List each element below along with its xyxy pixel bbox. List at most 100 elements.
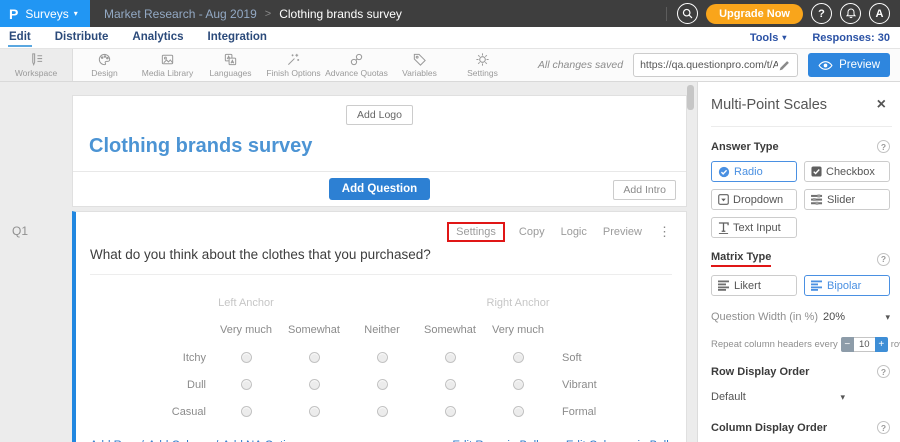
toolbar-item-languages[interactable]: Languages [199, 49, 262, 81]
surveys-menu[interactable]: P Surveys ▾ [0, 0, 90, 27]
toolbar-item-label: Design [91, 68, 117, 78]
toolbar-item-label: Workspace [15, 68, 57, 78]
matrix-radio[interactable] [241, 406, 252, 417]
add-logo-button[interactable]: Add Logo [346, 105, 413, 125]
toolbar-item-advance-quotas[interactable]: Advance Quotas [325, 49, 388, 81]
matrix-radio[interactable] [309, 406, 320, 417]
answer-type-option-label: Radio [734, 166, 763, 178]
canvas-scrollbar[interactable] [687, 85, 694, 110]
tab-analytics[interactable]: Analytics [131, 29, 184, 47]
matrix-radio[interactable] [377, 406, 388, 417]
column-display-order-label: Column Display Order [711, 422, 827, 434]
matrix-type-bipolar[interactable]: Bipolar [804, 275, 890, 296]
image-icon [160, 52, 175, 67]
question-logic-link[interactable]: Logic [561, 226, 587, 238]
help-icon[interactable]: ? [877, 140, 890, 153]
slider-icon [811, 194, 823, 205]
stepper-plus-button[interactable]: + [875, 337, 888, 352]
save-status: All changes saved [538, 59, 623, 71]
question-width-value[interactable]: 20% [823, 311, 845, 323]
toolbar-item-finish-options[interactable]: Finish Options [262, 49, 325, 81]
matrix-radio[interactable] [445, 406, 456, 417]
answer-type-slider[interactable]: Slider [804, 189, 890, 210]
matrix-radio[interactable] [377, 352, 388, 363]
toolbar-item-variables[interactable]: Variables [388, 49, 451, 81]
scale-header: Very much [484, 324, 552, 336]
row-left-label: Dull [90, 379, 212, 391]
matrix-radio[interactable] [241, 352, 252, 363]
eye-icon [818, 60, 833, 71]
matrix-type-options: Likert Bipolar [711, 275, 890, 296]
matrix-radio[interactable] [377, 379, 388, 390]
matrix-radio[interactable] [513, 406, 524, 417]
matrix-radio[interactable] [309, 352, 320, 363]
help-icon[interactable]: ? [877, 365, 890, 378]
breadcrumb-folder-link[interactable]: Market Research - Aug 2019 [104, 7, 257, 21]
help-icon[interactable]: ? [877, 421, 890, 434]
matrix-radio[interactable] [241, 379, 252, 390]
answer-type-dropdown[interactable]: Dropdown [711, 189, 797, 210]
tools-menu[interactable]: Tools ▾ [750, 32, 787, 44]
answer-type-text-input[interactable]: Text Input [711, 217, 797, 238]
answer-type-radio[interactable]: Radio [711, 161, 797, 182]
scale-header: Neither [348, 324, 416, 336]
tab-integration[interactable]: Integration [207, 29, 268, 47]
question-more-menu-icon[interactable]: ⋮ [658, 224, 672, 240]
left-anchor-label: Left Anchor [218, 297, 274, 309]
search-button[interactable] [677, 3, 698, 24]
toolbar-item-label: Advance Quotas [325, 68, 388, 78]
toolbar-item-workspace[interactable]: Workspace [0, 49, 73, 81]
answer-type-label: Answer Type [711, 141, 779, 153]
matrix-type-option-label: Likert [734, 280, 761, 292]
stepper-value-input[interactable] [854, 337, 875, 352]
help-button[interactable]: ? [811, 3, 832, 24]
question-text[interactable]: What do you think about the clothes that… [90, 247, 672, 275]
toolbar-item-design[interactable]: Design [73, 49, 136, 81]
matrix-row: Casual Formal [90, 398, 672, 425]
repeat-headers-suffix: rows. [891, 339, 900, 350]
repeat-headers-stepper: − + [841, 337, 888, 352]
chevron-down-icon: ▾ [74, 10, 78, 18]
question-settings-link[interactable]: Settings [447, 222, 505, 242]
tab-distribute[interactable]: Distribute [54, 29, 110, 47]
matrix-radio[interactable] [309, 379, 320, 390]
scale-header: Somewhat [416, 324, 484, 336]
matrix-radio[interactable] [513, 352, 524, 363]
survey-title[interactable]: Clothing brands survey [73, 125, 686, 171]
chevron-down-icon: ▾ [782, 34, 786, 42]
settings-sidebar: Multi-Point Scales × Answer Type ? Radio… [697, 82, 900, 442]
matrix-radio[interactable] [513, 379, 524, 390]
right-anchor-label: Right Anchor [487, 297, 550, 309]
stepper-minus-button[interactable]: − [841, 337, 854, 352]
edit-pencil-icon[interactable] [778, 59, 791, 72]
question-preview-link[interactable]: Preview [603, 226, 642, 238]
help-icon[interactable]: ? [877, 253, 890, 266]
avatar[interactable]: A [869, 3, 890, 24]
survey-url-input[interactable] [640, 59, 778, 71]
toolbar-item-label: Languages [209, 68, 251, 78]
matrix-radio[interactable] [445, 379, 456, 390]
notifications-button[interactable] [840, 3, 861, 24]
question-copy-link[interactable]: Copy [519, 226, 545, 238]
bell-icon [845, 7, 857, 20]
matrix-radio[interactable] [445, 352, 456, 363]
row-display-order-select[interactable]: Default ▾ [711, 391, 845, 403]
row-left-label: Itchy [90, 352, 212, 364]
answer-type-checkbox[interactable]: Checkbox [804, 161, 890, 182]
add-intro-button[interactable]: Add Intro [613, 180, 676, 200]
row-display-order-value: Default [711, 391, 746, 403]
chevron-down-icon[interactable]: ▾ [885, 312, 890, 323]
toolbar-item-settings[interactable]: Settings [451, 49, 514, 81]
question-number: Q1 [12, 224, 28, 238]
add-question-button[interactable]: Add Question [329, 178, 430, 200]
upgrade-now-button[interactable]: Upgrade Now [706, 4, 803, 24]
text-input-icon [718, 222, 729, 234]
responses-link[interactable]: Responses: 30 [812, 32, 890, 44]
answer-type-option-label: Dropdown [733, 194, 783, 206]
translate-icon [223, 52, 238, 67]
matrix-type-likert[interactable]: Likert [711, 275, 797, 296]
toolbar-item-media-library[interactable]: Media Library [136, 49, 199, 81]
preview-button[interactable]: Preview [808, 53, 890, 77]
close-icon[interactable]: × [877, 97, 886, 113]
tab-edit[interactable]: Edit [8, 29, 32, 47]
